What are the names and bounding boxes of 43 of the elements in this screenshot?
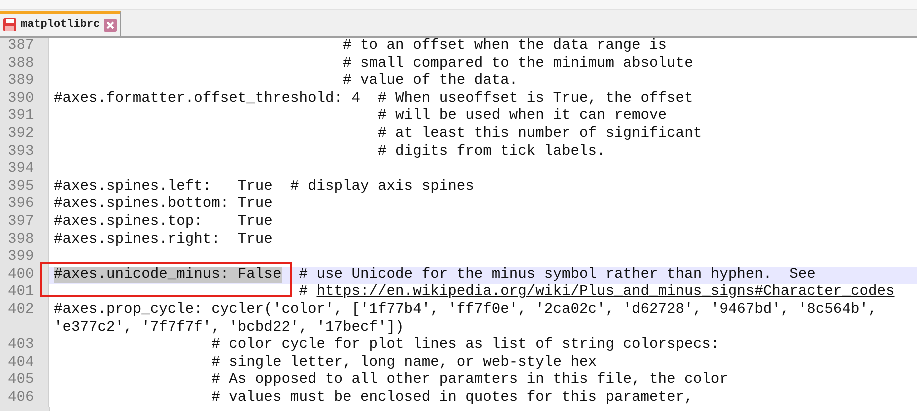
line-number: 399	[0, 249, 49, 267]
line-number: 390	[0, 90, 49, 108]
code-text: # values must be enclosed in quotes for this parameter,	[210, 390, 694, 406]
line-number: 403	[0, 337, 49, 355]
code-text: # value of the data.	[342, 73, 518, 90]
url-link[interactable]: https://en.wikipedia.org/wiki/Plus_and_minus_signs#Character_codes	[316, 284, 895, 300]
file-tab[interactable]: matplotlibrc	[0, 11, 122, 36]
line-number: 398	[0, 232, 49, 250]
line-number: 401	[0, 284, 49, 302]
save-icon	[3, 18, 17, 32]
code-text: # digits from tick labels.	[377, 144, 606, 160]
line-number: 396	[0, 196, 49, 214]
code-text: # color cycle for plot lines as list of string colorspecs:	[210, 337, 720, 354]
code-text: #axes.spines.bottom: True	[54, 196, 273, 212]
tab-title: matplotlibrc	[21, 19, 100, 31]
line-number: 405	[0, 372, 49, 390]
code-text: #axes.formatter.offset_threshold: 4 # When useoffset is True, the offset	[54, 90, 694, 107]
code-text: #	[298, 284, 309, 300]
code-text: # will be used when it can remove	[377, 108, 668, 124]
code-text: # at least this number of significant	[377, 126, 702, 142]
code-text: # to an offset when the data range is	[342, 38, 668, 54]
line-number: 406	[0, 390, 49, 408]
code-text: # single letter, long name, or web-style hex	[210, 354, 597, 371]
close-icon[interactable]	[104, 18, 118, 32]
line-number: 394	[0, 161, 49, 179]
line-number: 395	[0, 178, 49, 196]
line-number: 391	[0, 108, 49, 126]
code-text: #axes.spines.left: True # display axis spines	[54, 178, 474, 195]
code-text: # use Unicode for the minus symbol rather than hyphen. See	[298, 266, 816, 283]
line-number: 397	[0, 214, 49, 232]
code-text: #axes.spines.right: True	[54, 232, 273, 248]
line-number: 400	[0, 266, 49, 284]
line-number: 392	[0, 126, 49, 144]
line-number: 404	[0, 354, 49, 372]
code-text: # As opposed to all other paramters in this file, the color	[210, 372, 728, 388]
line-number: 389	[0, 73, 49, 91]
line-number: 388	[0, 56, 49, 74]
code-text: #axes.prop_cycle: cycler('color', ['1f77b4', 'ff7f0e', '2ca02c', 'd62728', '9467bd', '8c564b', 'e377c2', '7f7f7f', 'bcbd22', '17becf'])	[54, 302, 878, 336]
line-number: 393	[0, 144, 49, 162]
line-number: 402	[0, 302, 49, 338]
line-number: 387	[0, 38, 49, 56]
code-text: # small compared to the minimum absolute	[342, 56, 694, 72]
code-text: #axes.spines.top: True	[54, 214, 273, 230]
